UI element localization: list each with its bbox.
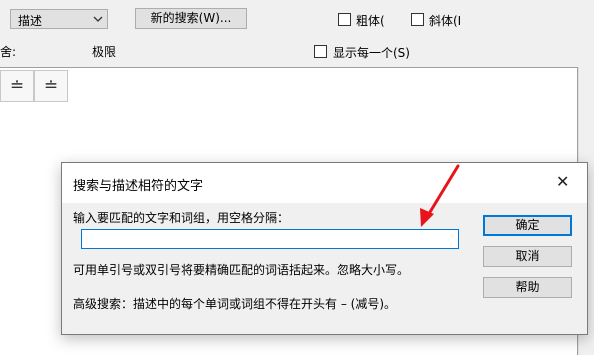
search-terms-input[interactable]: [81, 229, 459, 249]
dialog-titlebar: 搜索与描述相符的文字 ✕: [62, 163, 587, 203]
ok-button[interactable]: 确定: [483, 215, 572, 236]
rounding-label: 舍:: [0, 45, 17, 59]
approaches-symbol-button[interactable]: ≐: [0, 70, 34, 102]
italic-checkbox[interactable]: [411, 13, 424, 26]
dialog-prompt: 输入要匹配的文字和词组，用空格分隔：: [73, 211, 290, 225]
chevron-down-icon: [93, 16, 103, 22]
new-search-button[interactable]: 新的搜索(W)...: [135, 8, 247, 29]
limit-label: 极限: [92, 45, 117, 59]
show-each-label: 显示每一个(S): [333, 46, 410, 60]
help-button[interactable]: 帮助: [483, 277, 572, 298]
cancel-button[interactable]: 取消: [483, 246, 572, 267]
field-combo-value: 描述: [18, 14, 43, 28]
bold-checkbox[interactable]: [338, 13, 351, 26]
close-icon[interactable]: ✕: [556, 172, 569, 191]
dialog-title: 搜索与描述相符的文字: [73, 179, 204, 194]
search-dialog: 搜索与描述相符的文字 ✕ 输入要匹配的文字和词组，用空格分隔： 可用单引号或双引…: [61, 162, 588, 335]
dialog-advanced-note: 高级搜索：描述中的每个单词或词组不得在开头有 – (减号)。: [73, 297, 396, 311]
bold-label: 粗体(: [356, 14, 385, 28]
field-combo[interactable]: 描述: [10, 9, 108, 29]
approaches-symbol-button[interactable]: ≐: [34, 70, 68, 102]
dialog-hint: 可用单引号或双引号将要精确匹配的词语括起来。忽略大小写。: [73, 263, 410, 277]
show-each-checkbox[interactable]: [314, 45, 327, 58]
italic-label: 斜体(I: [429, 14, 462, 28]
